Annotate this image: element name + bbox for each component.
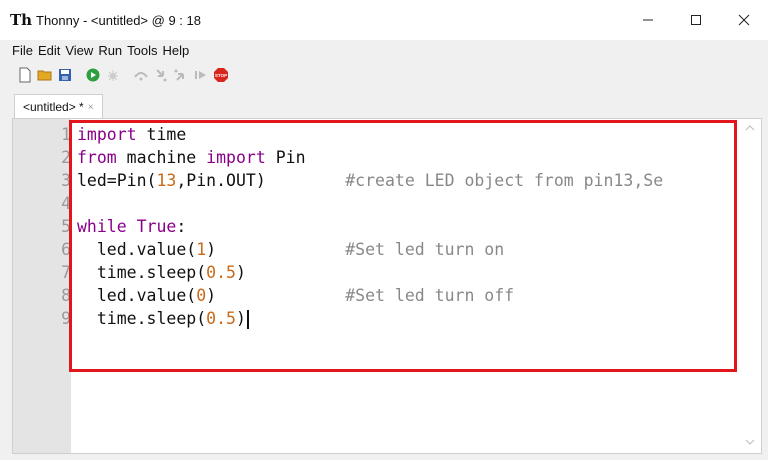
- close-icon: [738, 14, 750, 26]
- line-number: 8: [61, 286, 71, 305]
- resume-button[interactable]: [192, 66, 210, 84]
- title-bar: Th Thonny - <untitled> @ 9 : 18: [0, 0, 768, 40]
- menu-run[interactable]: Run: [98, 43, 127, 58]
- toolbar: STOP: [0, 62, 768, 88]
- close-button[interactable]: [720, 0, 768, 40]
- code-editor[interactable]: 1 2 3 4 5 6 7 8 9 import time from machin…: [12, 118, 762, 454]
- line-number: 5: [61, 217, 71, 236]
- tab-untitled[interactable]: <untitled> * ×: [14, 94, 103, 119]
- maximize-icon: [691, 15, 701, 25]
- menu-help[interactable]: Help: [163, 43, 195, 58]
- run-button[interactable]: [84, 66, 102, 84]
- highlight-annotation-box: [69, 120, 737, 372]
- folder-open-icon: [37, 70, 52, 81]
- new-file-button[interactable]: [16, 66, 34, 84]
- window-controls: [624, 0, 768, 40]
- thonny-app-icon: Th: [9, 11, 33, 29]
- menu-file[interactable]: File: [12, 43, 38, 58]
- minimize-button[interactable]: [624, 0, 672, 40]
- step-out-icon: [174, 69, 184, 81]
- step-into-icon: [156, 69, 167, 82]
- run-play-icon: [86, 68, 100, 82]
- open-file-button[interactable]: [36, 66, 54, 84]
- menu-tools[interactable]: Tools: [127, 43, 162, 58]
- window-title: Thonny - <untitled> @ 9 : 18: [36, 12, 201, 28]
- save-file-button[interactable]: [56, 66, 74, 84]
- line-number: 7: [61, 263, 71, 282]
- step-over-button[interactable]: [132, 66, 150, 84]
- menu-edit[interactable]: Edit: [38, 43, 65, 58]
- maximize-button[interactable]: [672, 0, 720, 40]
- line-number: 1: [61, 125, 71, 144]
- menu-view[interactable]: View: [65, 43, 98, 58]
- line-number: 2: [61, 148, 71, 167]
- line-number-gutter: 1 2 3 4 5 6 7 8 9: [13, 119, 71, 453]
- editor-tab-strip: <untitled> * ×: [0, 92, 768, 119]
- line-number: 4: [61, 194, 71, 213]
- menu-bar: File Edit View Run Tools Help: [0, 40, 768, 60]
- tab-close-icon[interactable]: ×: [88, 102, 94, 113]
- new-file-icon: [19, 67, 31, 83]
- scroll-down-icon[interactable]: [745, 437, 755, 447]
- line-number: 3: [61, 171, 71, 190]
- scroll-up-icon[interactable]: [745, 123, 755, 133]
- step-out-button[interactable]: [172, 66, 190, 84]
- step-into-button[interactable]: [152, 66, 170, 84]
- stop-icon: STOP: [214, 68, 228, 82]
- debug-button[interactable]: [104, 66, 122, 84]
- debug-bug-icon: [108, 70, 118, 81]
- tab-label: <untitled> *: [23, 100, 84, 114]
- line-number: 9: [61, 309, 71, 328]
- resume-icon: [195, 71, 206, 79]
- save-disk-icon: [59, 69, 71, 81]
- svg-text:STOP: STOP: [215, 73, 227, 78]
- line-number: 6: [61, 240, 71, 259]
- stop-button[interactable]: STOP: [212, 66, 230, 84]
- minimize-icon: [643, 19, 653, 21]
- step-over-icon: [134, 72, 148, 81]
